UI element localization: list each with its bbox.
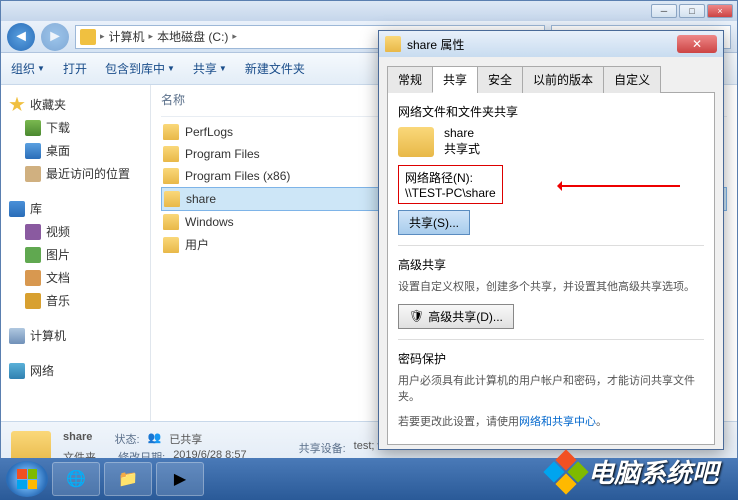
advanced-share-title: 高级共享 bbox=[398, 256, 704, 273]
computer-icon bbox=[9, 328, 25, 344]
properties-dialog: share 属性 ✕ 常规 共享 安全 以前的版本 自定义 网络文件和文件夹共享… bbox=[378, 30, 724, 450]
folder-icon bbox=[163, 237, 179, 253]
taskbar-explorer-button[interactable]: 📁 bbox=[104, 462, 152, 496]
chevron-right-icon: ▸ bbox=[149, 31, 154, 42]
video-icon bbox=[25, 224, 41, 240]
document-icon bbox=[25, 270, 41, 286]
dialog-titlebar: share 属性 ✕ bbox=[379, 31, 723, 57]
network-icon bbox=[9, 363, 25, 379]
desktop-icon bbox=[25, 143, 41, 159]
tab-custom[interactable]: 自定义 bbox=[603, 66, 661, 93]
share-button[interactable]: 共享▼ bbox=[193, 60, 227, 77]
picture-icon bbox=[25, 247, 41, 263]
sidebar-computer[interactable]: 计算机 bbox=[5, 324, 146, 347]
music-icon bbox=[25, 293, 41, 309]
include-library-button[interactable]: 包含到库中▼ bbox=[105, 60, 175, 77]
share-name: share bbox=[444, 126, 480, 140]
new-folder-button[interactable]: 新建文件夹 bbox=[245, 60, 305, 77]
breadcrumb-drive[interactable]: 本地磁盘 (C:) bbox=[157, 28, 228, 45]
sidebar-network[interactable]: 网络 bbox=[5, 359, 146, 382]
close-button[interactable]: × bbox=[707, 4, 733, 18]
maximize-button[interactable]: □ bbox=[679, 4, 705, 18]
watermark-text: 电脑系统吧 bbox=[588, 453, 718, 490]
sidebar-pictures[interactable]: 图片 bbox=[5, 243, 146, 266]
sidebar-music[interactable]: 音乐 bbox=[5, 289, 146, 312]
tab-general[interactable]: 常规 bbox=[387, 66, 433, 93]
share-type: 共享式 bbox=[444, 140, 480, 157]
share-button[interactable]: 共享(S)... bbox=[398, 210, 470, 235]
open-button[interactable]: 打开 bbox=[63, 60, 87, 77]
sidebar-favorites[interactable]: 收藏夹 bbox=[5, 93, 146, 116]
breadcrumb-computer[interactable]: 计算机 bbox=[109, 28, 145, 45]
recent-icon bbox=[25, 166, 41, 182]
tab-panel-sharing: 网络文件和文件夹共享 share 共享式 网络路径(N): \\TEST-PC\… bbox=[387, 93, 715, 445]
folder-icon bbox=[163, 168, 179, 184]
network-sharing-center-link[interactable]: 网络和共享中心 bbox=[519, 416, 596, 428]
annotation-arrow bbox=[560, 185, 680, 187]
chevron-right-icon: ▸ bbox=[232, 31, 237, 42]
share-folder-icon bbox=[398, 127, 434, 157]
folder-icon bbox=[163, 146, 179, 162]
dialog-title: share 属性 bbox=[407, 36, 464, 53]
folder-icon bbox=[163, 214, 179, 230]
taskbar-ie-button[interactable]: 🌐 bbox=[52, 462, 100, 496]
network-path-value: \\TEST-PC\share bbox=[405, 186, 496, 200]
details-name: share bbox=[63, 431, 92, 447]
tabs: 常规 共享 安全 以前的版本 自定义 bbox=[387, 65, 715, 93]
star-icon bbox=[9, 97, 25, 113]
password-protect-title: 密码保护 bbox=[398, 350, 704, 367]
network-share-title: 网络文件和文件夹共享 bbox=[398, 103, 704, 120]
watermark-logo-icon bbox=[543, 449, 588, 494]
advanced-share-description: 设置自定义权限，创建多个共享，并设置其他高级共享选项。 bbox=[398, 279, 704, 296]
network-path-highlight: 网络路径(N): \\TEST-PC\share bbox=[398, 165, 503, 204]
sidebar-videos[interactable]: 视频 bbox=[5, 220, 146, 243]
folder-icon bbox=[385, 36, 401, 52]
dialog-close-button[interactable]: ✕ bbox=[677, 35, 717, 53]
minimize-button[interactable]: ─ bbox=[651, 4, 677, 18]
taskbar-media-button[interactable]: ▶ bbox=[156, 462, 204, 496]
download-icon bbox=[25, 120, 41, 136]
tab-sharing[interactable]: 共享 bbox=[432, 66, 478, 93]
start-button[interactable] bbox=[6, 461, 48, 497]
sidebar-documents[interactable]: 文档 bbox=[5, 266, 146, 289]
explorer-titlebar: ─ □ × bbox=[1, 1, 737, 21]
folder-icon bbox=[163, 124, 179, 140]
tab-previous-versions[interactable]: 以前的版本 bbox=[522, 66, 604, 93]
sidebar-downloads[interactable]: 下载 bbox=[5, 116, 146, 139]
advanced-share-button[interactable]: 🛡 高级共享(D)... bbox=[398, 304, 514, 329]
organize-button[interactable]: 组织▼ bbox=[11, 60, 45, 77]
sidebar-libraries[interactable]: 库 bbox=[5, 197, 146, 220]
sidebar-desktop[interactable]: 桌面 bbox=[5, 139, 146, 162]
drive-icon bbox=[80, 29, 96, 45]
password-protect-description: 用户必须具有此计算机的用户帐户和密码，才能访问共享文件夹。 bbox=[398, 373, 704, 406]
sidebar: 收藏夹 下载 桌面 最近访问的位置 库 视频 图片 文档 音乐 计算机 网络 bbox=[1, 85, 151, 421]
library-icon bbox=[9, 201, 25, 217]
sidebar-recent[interactable]: 最近访问的位置 bbox=[5, 162, 146, 185]
back-button[interactable]: ◄ bbox=[7, 23, 35, 51]
folder-icon bbox=[164, 191, 180, 207]
chevron-right-icon: ▸ bbox=[100, 31, 105, 42]
tab-security[interactable]: 安全 bbox=[477, 66, 523, 93]
forward-button[interactable]: ► bbox=[41, 23, 69, 51]
watermark: 电脑系统吧 bbox=[550, 453, 718, 490]
network-path-label: 网络路径(N): bbox=[405, 169, 496, 186]
